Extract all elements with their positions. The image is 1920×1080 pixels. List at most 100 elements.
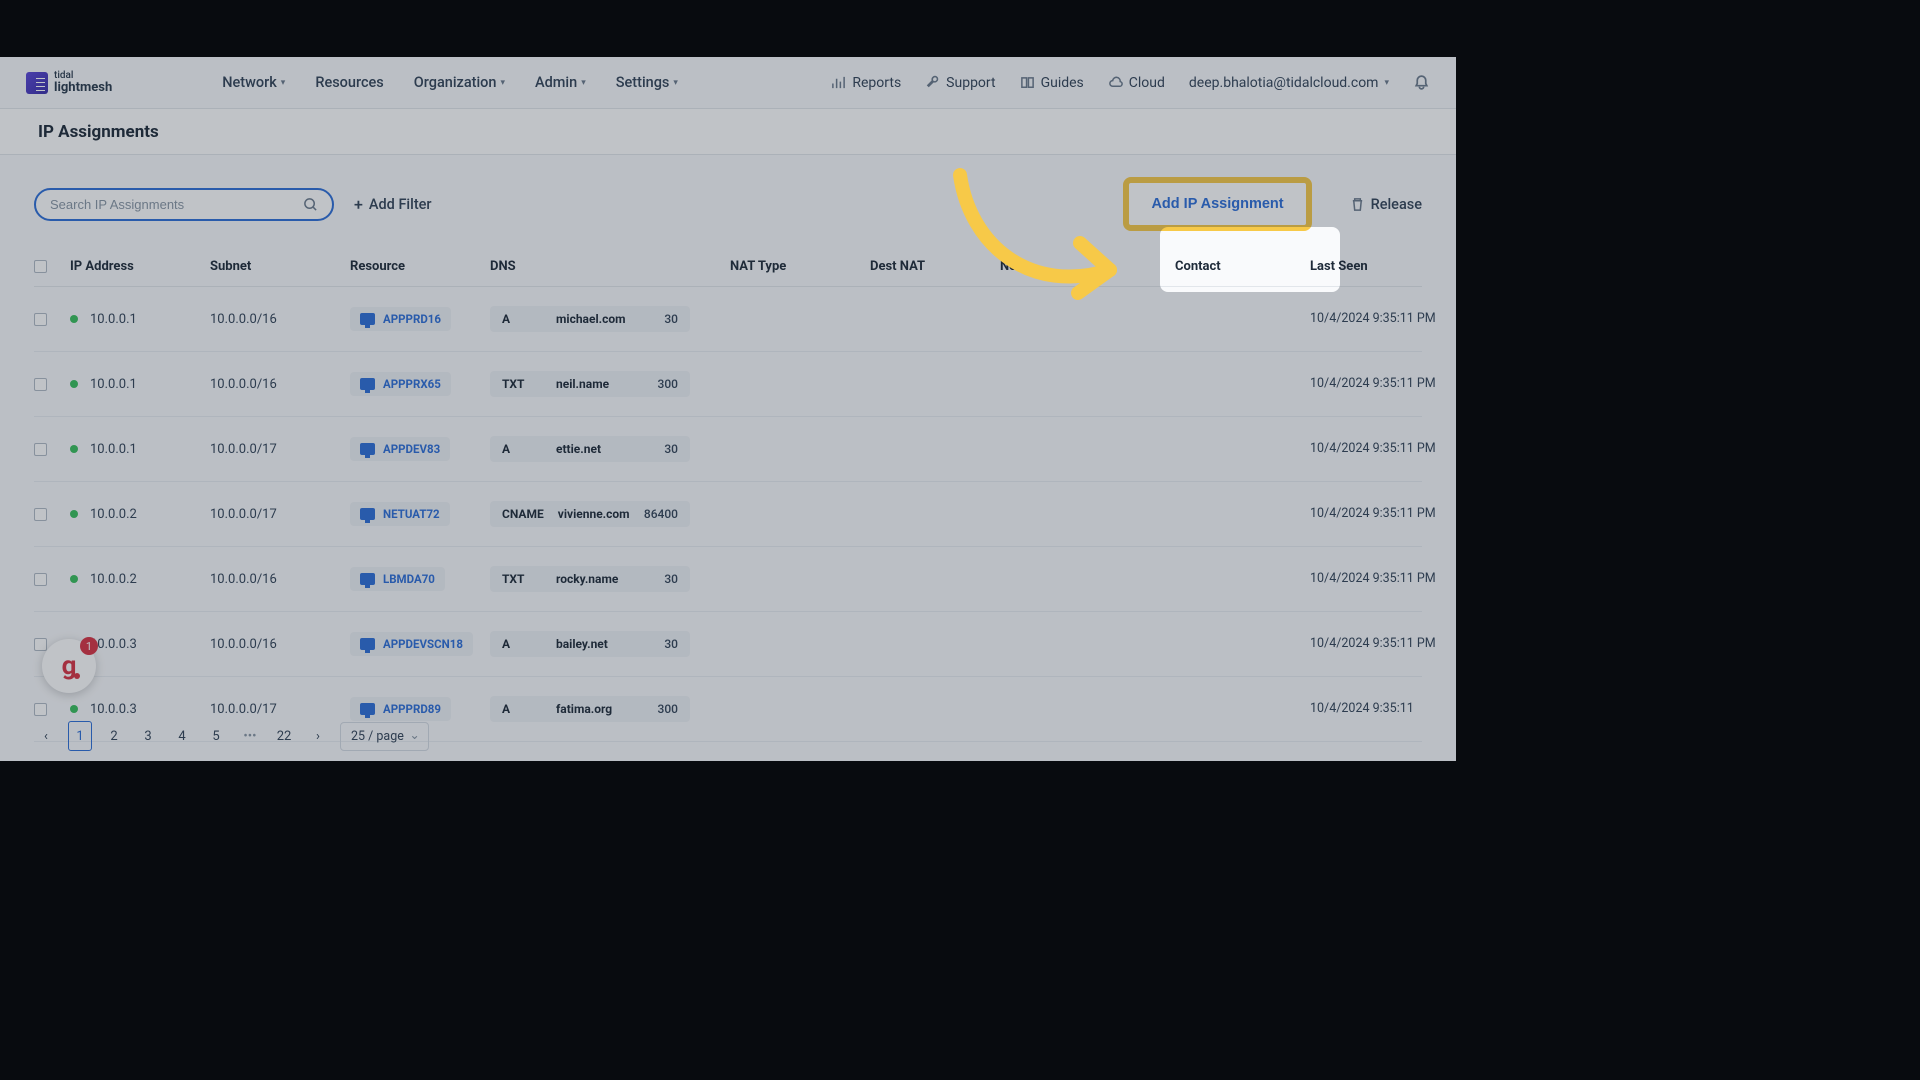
- dns-chip[interactable]: Aettie.net30: [490, 436, 690, 462]
- row-checkbox[interactable]: [34, 508, 47, 521]
- cell-resource: NETUAT72: [350, 502, 490, 526]
- cell-subnet: 10.0.0.0/16: [210, 377, 350, 392]
- col-nat-type[interactable]: NAT Type: [730, 259, 870, 274]
- dns-chip[interactable]: TXTrocky.name30: [490, 566, 690, 592]
- page-title: IP Assignments: [38, 122, 159, 142]
- status-dot-icon: [70, 510, 78, 518]
- page-size-select[interactable]: 25 / page: [340, 722, 429, 751]
- resource-chip[interactable]: NETUAT72: [350, 502, 450, 526]
- table-row[interactable]: 10.0.0.110.0.0.0/17APPDEV83Aettie.net301…: [34, 417, 1422, 482]
- status-dot-icon: [70, 575, 78, 583]
- table-row[interactable]: 10.0.0.210.0.0.0/16LBMDA70TXTrocky.name3…: [34, 547, 1422, 612]
- dns-chip[interactable]: Abailey.net30: [490, 631, 690, 657]
- page-last[interactable]: 22: [272, 721, 296, 751]
- bell-icon[interactable]: [1413, 74, 1430, 91]
- resource-chip[interactable]: LBMDA70: [350, 567, 445, 591]
- add-filter-button[interactable]: + Add Filter: [354, 195, 432, 214]
- col-notes[interactable]: Notes: [1000, 259, 1175, 274]
- dns-chip[interactable]: Afatima.org300: [490, 696, 690, 722]
- page-2[interactable]: 2: [102, 721, 126, 751]
- chevron-down-icon: ▾: [673, 78, 678, 88]
- link-reports[interactable]: Reports: [831, 75, 901, 91]
- cell-last-seen: 10/4/2024 9:35:11: [1310, 700, 1445, 718]
- add-ip-assignment-button[interactable]: Add IP Assignment: [1133, 187, 1301, 221]
- chevron-down-icon: ▾: [281, 78, 286, 88]
- cell-ip: 10.0.0.3: [70, 702, 210, 717]
- row-checkbox[interactable]: [34, 378, 47, 391]
- table-row[interactable]: 10.0.0.110.0.0.0/16APPPRD16Amichael.com3…: [34, 287, 1422, 352]
- col-dns[interactable]: DNS: [490, 259, 730, 274]
- row-checkbox[interactable]: [34, 573, 47, 586]
- link-guides[interactable]: Guides: [1020, 75, 1084, 91]
- dns-chip[interactable]: Amichael.com30: [490, 306, 690, 332]
- cell-dns: Afatima.org300: [490, 696, 730, 722]
- col-dest-nat[interactable]: Dest NAT: [870, 259, 1000, 274]
- cell-subnet: 10.0.0.0/17: [210, 442, 350, 457]
- app-frame: tidal lightmesh Network▾ Resources Organ…: [0, 57, 1456, 761]
- logo-text: tidal lightmesh: [54, 71, 112, 94]
- page-1[interactable]: 1: [68, 721, 92, 751]
- dot-icon: [74, 673, 80, 679]
- link-cloud[interactable]: Cloud: [1108, 75, 1165, 91]
- resource-chip[interactable]: APPPRD89: [350, 697, 451, 721]
- main-nav: Network▾ Resources Organization▾ Admin▾ …: [222, 74, 678, 91]
- cell-subnet: 10.0.0.0/16: [210, 637, 350, 652]
- topbar-right: Reports Support Guides Cloud deep.bhalot…: [831, 74, 1430, 91]
- row-checkbox[interactable]: [34, 313, 47, 326]
- tutorial-cutout: [1160, 227, 1340, 292]
- page-4[interactable]: 4: [170, 721, 194, 751]
- cell-dns: Aettie.net30: [490, 436, 730, 462]
- monitor-icon: [360, 703, 375, 715]
- nav-admin[interactable]: Admin▾: [535, 74, 586, 91]
- cell-resource: APPDEV83: [350, 437, 490, 461]
- page-5[interactable]: 5: [204, 721, 228, 751]
- nav-resources[interactable]: Resources: [315, 74, 383, 91]
- cell-dns: Abailey.net30: [490, 631, 730, 657]
- col-ip[interactable]: IP Address: [70, 259, 210, 274]
- row-checkbox[interactable]: [34, 443, 47, 456]
- user-menu[interactable]: deep.bhalotia@tidalcloud.com ▾: [1189, 75, 1389, 91]
- assignments-table: IP Address Subnet Resource DNS NAT Type …: [34, 247, 1422, 742]
- dns-chip[interactable]: CNAMEvivienne.com86400: [490, 501, 690, 527]
- resource-chip[interactable]: APPDEV83: [350, 437, 450, 461]
- trash-icon: [1350, 197, 1365, 212]
- resource-chip[interactable]: APPPRX65: [350, 372, 451, 396]
- row-checkbox[interactable]: [34, 638, 47, 651]
- page-3[interactable]: 3: [136, 721, 160, 751]
- table-row[interactable]: 10.0.0.210.0.0.0/17NETUAT72CNAMEvivienne…: [34, 482, 1422, 547]
- table-row[interactable]: 10.0.0.310.0.0.0/16APPDEVSCN18Abailey.ne…: [34, 612, 1422, 677]
- status-dot-icon: [70, 705, 78, 713]
- col-subnet[interactable]: Subnet: [210, 259, 350, 274]
- search-input[interactable]: [50, 197, 303, 212]
- table-row[interactable]: 10.0.0.110.0.0.0/16APPPRX65TXTneil.name3…: [34, 352, 1422, 417]
- subheader: IP Assignments: [0, 109, 1456, 155]
- page-next[interactable]: ›: [306, 721, 330, 751]
- nav-settings[interactable]: Settings▾: [616, 74, 678, 91]
- topbar: tidal lightmesh Network▾ Resources Organ…: [0, 57, 1456, 109]
- page-prev[interactable]: ‹: [34, 721, 58, 751]
- monitor-icon: [360, 573, 375, 585]
- wrench-icon: [925, 75, 940, 90]
- help-widget[interactable]: g 1: [42, 639, 96, 693]
- monitor-icon: [360, 638, 375, 650]
- nav-network[interactable]: Network▾: [222, 74, 285, 91]
- release-button[interactable]: Release: [1350, 196, 1422, 213]
- search-box[interactable]: [34, 188, 334, 221]
- select-all-checkbox[interactable]: [34, 260, 47, 273]
- resource-chip[interactable]: APPDEVSCN18: [350, 632, 473, 656]
- row-checkbox[interactable]: [34, 703, 47, 716]
- col-resource[interactable]: Resource: [350, 259, 490, 274]
- cell-resource: APPPRD16: [350, 307, 490, 331]
- status-dot-icon: [70, 380, 78, 388]
- cell-last-seen: 10/4/2024 9:35:11 PM: [1310, 375, 1445, 393]
- link-support[interactable]: Support: [925, 75, 995, 91]
- search-icon: [303, 197, 318, 212]
- dns-chip[interactable]: TXTneil.name300: [490, 371, 690, 397]
- cell-subnet: 10.0.0.0/17: [210, 507, 350, 522]
- nav-organization[interactable]: Organization▾: [414, 74, 505, 91]
- cell-subnet: 10.0.0.0/17: [210, 702, 350, 717]
- resource-chip[interactable]: APPPRD16: [350, 307, 451, 331]
- tutorial-highlight: Add IP Assignment: [1123, 177, 1311, 231]
- pagination: ‹ 1 2 3 4 5 ••• 22 › 25 / page: [34, 721, 429, 751]
- logo[interactable]: tidal lightmesh: [26, 71, 112, 94]
